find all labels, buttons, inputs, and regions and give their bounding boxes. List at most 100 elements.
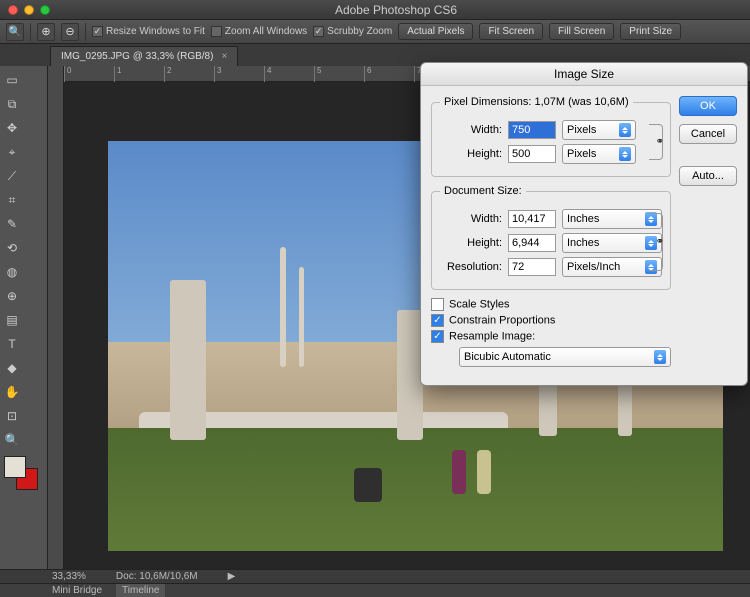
cancel-button[interactable]: Cancel [679, 124, 737, 144]
tool-button[interactable]: ⟋ [1, 165, 23, 187]
select-arrows-icon [619, 123, 631, 137]
unit-label: Inches [567, 237, 599, 249]
photo-trashcan [354, 468, 382, 502]
tool-button[interactable]: ⟲ [1, 237, 23, 259]
pixel-width-unit-select[interactable]: Pixels [562, 120, 636, 140]
zoom-in-icon[interactable]: ⊕ [37, 23, 55, 41]
pixel-width-input[interactable] [508, 121, 556, 139]
select-arrows-icon [654, 350, 666, 364]
photo-obelisk [280, 247, 286, 367]
photo-statue [170, 280, 206, 440]
tool-button[interactable]: ⧉ [1, 93, 23, 115]
foreground-color-swatch[interactable] [4, 456, 26, 478]
window-titlebar: Adobe Photoshop CS6 [0, 0, 750, 20]
height-label: Height: [440, 148, 502, 160]
zoom-tool-icon[interactable]: 🔍 [6, 23, 24, 41]
unit-label: Inches [567, 213, 599, 225]
unit-label: Pixels/Inch [567, 261, 620, 273]
unit-label: Pixels [567, 124, 596, 136]
pixel-height-unit-select[interactable]: Pixels [562, 144, 636, 164]
doc-width-unit-select[interactable]: Inches [562, 209, 662, 229]
tool-button[interactable]: 🔍 [1, 429, 23, 451]
constrain-proportions-checkbox[interactable]: Constrain Proportions [431, 314, 671, 327]
doc-width-input[interactable] [508, 210, 556, 228]
auto-button[interactable]: Auto... [679, 166, 737, 186]
bottom-panel-tabs: Mini Bridge Timeline [0, 583, 750, 597]
photo-obelisk [299, 267, 304, 367]
document-size-legend: Document Size: [440, 185, 526, 197]
ok-button[interactable]: OK [679, 96, 737, 116]
tool-button[interactable]: ⊡ [1, 405, 23, 427]
tool-button[interactable]: ⌖ [1, 141, 23, 163]
method-label: Bicubic Automatic [464, 351, 551, 363]
ruler-vertical[interactable] [48, 66, 64, 569]
doc-height-unit-select[interactable]: Inches [562, 233, 662, 253]
zoom-all-checkbox[interactable]: Zoom All Windows [211, 26, 307, 37]
photo-person [452, 450, 466, 494]
divider [85, 23, 86, 41]
width-label: Width: [440, 124, 502, 136]
zoom-all-label: Zoom All Windows [225, 26, 307, 37]
minimize-window-button[interactable] [24, 5, 34, 15]
scrubby-zoom-checkbox[interactable]: Scrubby Zoom [313, 26, 392, 37]
zoom-window-button[interactable] [40, 5, 50, 15]
image-size-dialog: Image Size Pixel Dimensions: 1,07M (was … [420, 62, 748, 386]
scale-styles-label: Scale Styles [449, 298, 510, 310]
tool-button[interactable]: ✥ [1, 117, 23, 139]
traffic-lights [8, 5, 50, 15]
tool-button[interactable]: ▭ [1, 69, 23, 91]
document-size-group: Document Size: Width: Inches Height: Inc… [431, 185, 671, 290]
tool-button[interactable]: ✋ [1, 381, 23, 403]
status-bar: 33,33% Doc: 10,6M/10,6M ▶ [0, 569, 750, 583]
tool-button[interactable]: ◍ [1, 261, 23, 283]
resolution-input[interactable] [508, 258, 556, 276]
zoom-level[interactable]: 33,33% [52, 571, 86, 582]
resample-method-select[interactable]: Bicubic Automatic [459, 347, 671, 367]
tool-button[interactable]: ⌗ [1, 189, 23, 211]
height-label: Height: [440, 237, 502, 249]
constrain-link-icon: ⚭ [649, 213, 663, 271]
mini-bridge-tab[interactable]: Mini Bridge [52, 585, 102, 596]
tool-button[interactable]: ✎ [1, 213, 23, 235]
dialog-title: Image Size [421, 63, 747, 86]
unit-label: Pixels [567, 148, 596, 160]
photo-grass [108, 428, 723, 551]
close-tab-icon[interactable]: × [221, 51, 227, 62]
options-bar: 🔍 ⊕ ⊖ Resize Windows to Fit Zoom All Win… [0, 20, 750, 44]
timeline-tab[interactable]: Timeline [116, 584, 165, 597]
resample-label: Resample Image: [449, 330, 535, 342]
scale-styles-checkbox[interactable]: Scale Styles [431, 298, 671, 311]
resample-image-checkbox[interactable]: Resample Image: [431, 330, 671, 343]
doc-info: Doc: 10,6M/10,6M [116, 571, 198, 582]
actual-pixels-button[interactable]: Actual Pixels [398, 23, 473, 40]
close-window-button[interactable] [8, 5, 18, 15]
print-size-button[interactable]: Print Size [620, 23, 681, 40]
tool-button[interactable]: T [1, 333, 23, 355]
constrain-label: Constrain Proportions [449, 314, 555, 326]
pixel-dimensions-group: Pixel Dimensions: 1,07M (was 10,6M) Widt… [431, 96, 671, 177]
tools-panel: ▭⧉✥⌖⟋⌗✎⟲◍⊕▤T◆✋⊡🔍 [0, 66, 48, 569]
fill-screen-button[interactable]: Fill Screen [549, 23, 614, 40]
tool-button[interactable]: ⊕ [1, 285, 23, 307]
play-icon[interactable]: ▶ [228, 571, 236, 582]
tool-button[interactable]: ◆ [1, 357, 23, 379]
resize-to-fit-label: Resize Windows to Fit [106, 26, 205, 37]
pixel-height-input[interactable] [508, 145, 556, 163]
resolution-unit-select[interactable]: Pixels/Inch [562, 257, 662, 277]
divider [30, 23, 31, 41]
scrubby-label: Scrubby Zoom [327, 26, 392, 37]
select-arrows-icon [619, 147, 631, 161]
fit-screen-button[interactable]: Fit Screen [479, 23, 543, 40]
constrain-link-icon: ⚭ [649, 124, 663, 160]
document-tab[interactable]: IMG_0295.JPG @ 33,3% (RGB/8) × [50, 46, 238, 66]
app-title: Adobe Photoshop CS6 [50, 3, 742, 17]
tool-button[interactable]: ▤ [1, 309, 23, 331]
width-label: Width: [440, 213, 502, 225]
resolution-label: Resolution: [440, 261, 502, 273]
pixel-dimensions-legend: Pixel Dimensions: 1,07M (was 10,6M) [440, 96, 633, 108]
color-swatches[interactable] [0, 456, 44, 496]
zoom-out-icon[interactable]: ⊖ [61, 23, 79, 41]
doc-height-input[interactable] [508, 234, 556, 252]
document-tab-label: IMG_0295.JPG @ 33,3% (RGB/8) [61, 51, 213, 62]
resize-to-fit-checkbox[interactable]: Resize Windows to Fit [92, 26, 205, 37]
